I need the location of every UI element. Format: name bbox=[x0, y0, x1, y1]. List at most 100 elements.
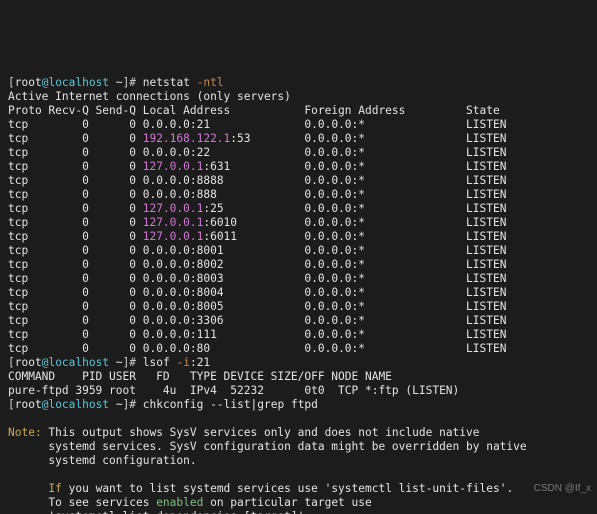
netstat-foreign: 0.0.0.0:* bbox=[304, 188, 466, 201]
prompt-host: localhost bbox=[48, 76, 109, 89]
netstat-row: tcp 0 0 192.168.122.1:53 0.0.0.0:* LISTE… bbox=[8, 132, 593, 146]
netstat-state: LISTEN bbox=[466, 188, 506, 201]
note-line: 'systemctl list-dependencies [target]'. bbox=[8, 510, 593, 514]
netstat-port: :80 bbox=[190, 342, 210, 355]
cmd-lsof-arg: :21 bbox=[190, 356, 210, 369]
netstat-foreign: 0.0.0.0:* bbox=[304, 146, 466, 159]
netstat-row: tcp 0 0 0.0.0.0:80 0.0.0.0:* LISTEN bbox=[8, 342, 593, 356]
netstat-foreign: 0.0.0.0:* bbox=[304, 258, 466, 271]
prompt-path: ~ bbox=[109, 356, 122, 369]
netstat-foreign: 0.0.0.0:* bbox=[304, 300, 466, 313]
netstat-row: tcp 0 0 127.0.0.1:631 0.0.0.0:* LISTEN bbox=[8, 160, 593, 174]
netstat-state: LISTEN bbox=[466, 118, 506, 131]
note-line: If you want to list systemd services use… bbox=[8, 482, 593, 496]
netstat-port: :8004 bbox=[190, 286, 224, 299]
netstat-state: LISTEN bbox=[466, 258, 506, 271]
netstat-row: tcp 0 0 0.0.0.0:8003 0.0.0.0:* LISTEN bbox=[8, 272, 593, 286]
netstat-ip: 0.0.0.0 bbox=[143, 146, 190, 159]
netstat-row: tcp 0 0 0.0.0.0:8001 0.0.0.0:* LISTEN bbox=[8, 244, 593, 258]
netstat-port: :21 bbox=[190, 118, 210, 131]
netstat-port: :25 bbox=[203, 202, 223, 215]
netstat-row: tcp 0 0 0.0.0.0:8002 0.0.0.0:* LISTEN bbox=[8, 258, 593, 272]
note-line: Note: This output shows SysV services on… bbox=[8, 426, 593, 440]
netstat-port: :8002 bbox=[190, 258, 224, 271]
netstat-port: :8003 bbox=[190, 272, 224, 285]
netstat-state: LISTEN bbox=[466, 160, 506, 173]
netstat-ip: 127.0.0.1 bbox=[143, 160, 204, 173]
netstat-ip: 127.0.0.1 bbox=[143, 230, 204, 243]
netstat-port: :53 bbox=[230, 132, 250, 145]
netstat-state: LISTEN bbox=[466, 174, 506, 187]
netstat-state: LISTEN bbox=[466, 342, 506, 355]
cmd-lsof-opt: -i bbox=[176, 356, 189, 369]
terminal[interactable]: [root@localhost ~]# netstat -ntlActive I… bbox=[0, 70, 597, 514]
netstat-foreign: 0.0.0.0:* bbox=[304, 244, 466, 257]
netstat-port: :631 bbox=[203, 160, 230, 173]
netstat-ip: 0.0.0.0 bbox=[143, 174, 190, 187]
prompt-bracket-close: ]# bbox=[123, 398, 143, 411]
netstat-ip: 0.0.0.0 bbox=[143, 300, 190, 313]
netstat-row: tcp 0 0 127.0.0.1:25 0.0.0.0:* LISTEN bbox=[8, 202, 593, 216]
netstat-port: :111 bbox=[190, 328, 217, 341]
netstat-ip: 127.0.0.1 bbox=[143, 216, 204, 229]
netstat-foreign: 0.0.0.0:* bbox=[304, 314, 466, 327]
netstat-ip: 127.0.0.1 bbox=[143, 202, 204, 215]
netstat-foreign: 0.0.0.0:* bbox=[304, 328, 466, 341]
prompt-bracket-open: [ bbox=[8, 76, 15, 89]
prompt-host: localhost bbox=[48, 356, 109, 369]
note-line bbox=[8, 468, 593, 482]
netstat-row: tcp 0 0 0.0.0.0:8004 0.0.0.0:* LISTEN bbox=[8, 286, 593, 300]
netstat-port: :6010 bbox=[203, 216, 237, 229]
netstat-row: tcp 0 0 0.0.0.0:8888 0.0.0.0:* LISTEN bbox=[8, 174, 593, 188]
netstat-header-1: Active Internet connections (only server… bbox=[8, 90, 593, 104]
netstat-ip: 0.0.0.0 bbox=[143, 272, 190, 285]
note-line: To see services enabled on particular ta… bbox=[8, 496, 593, 510]
cmd-lsof: lsof bbox=[143, 356, 177, 369]
prompt-path: ~ bbox=[109, 76, 122, 89]
netstat-row: tcp 0 0 0.0.0.0:111 0.0.0.0:* LISTEN bbox=[8, 328, 593, 342]
cmd-netstat-opt: -ntl bbox=[197, 76, 224, 89]
netstat-state: LISTEN bbox=[466, 314, 506, 327]
netstat-foreign: 0.0.0.0:* bbox=[304, 202, 466, 215]
netstat-port: :22 bbox=[190, 146, 210, 159]
netstat-state: LISTEN bbox=[466, 132, 506, 145]
netstat-row: tcp 0 0 127.0.0.1:6011 0.0.0.0:* LISTEN bbox=[8, 230, 593, 244]
netstat-ip: 0.0.0.0 bbox=[143, 314, 190, 327]
lsof-header: COMMAND PID USER FD TYPE DEVICE SIZE/OFF… bbox=[8, 370, 593, 384]
prompt-host: localhost bbox=[48, 398, 109, 411]
netstat-state: LISTEN bbox=[466, 202, 506, 215]
netstat-row: tcp 0 0 0.0.0.0:888 0.0.0.0:* LISTEN bbox=[8, 188, 593, 202]
netstat-state: LISTEN bbox=[466, 216, 506, 229]
note-line bbox=[8, 412, 593, 426]
note-line: systemd services. SysV configuration dat… bbox=[8, 440, 593, 454]
cmd-netstat: netstat bbox=[143, 76, 197, 89]
netstat-state: LISTEN bbox=[466, 300, 506, 313]
prompt-bracket-open: [ bbox=[8, 356, 15, 369]
note-line: systemd configuration. bbox=[8, 454, 593, 468]
netstat-foreign: 0.0.0.0:* bbox=[304, 286, 466, 299]
netstat-foreign: 0.0.0.0:* bbox=[304, 160, 466, 173]
netstat-foreign: 0.0.0.0:* bbox=[304, 118, 466, 131]
netstat-state: LISTEN bbox=[466, 244, 506, 257]
netstat-ip: 0.0.0.0 bbox=[143, 258, 190, 271]
netstat-foreign: 0.0.0.0:* bbox=[304, 216, 466, 229]
netstat-ip: 0.0.0.0 bbox=[143, 328, 190, 341]
prompt-user: root bbox=[15, 398, 42, 411]
netstat-row: tcp 0 0 0.0.0.0:8005 0.0.0.0:* LISTEN bbox=[8, 300, 593, 314]
netstat-state: LISTEN bbox=[466, 230, 506, 243]
netstat-port: :888 bbox=[190, 188, 217, 201]
prompt-bracket-open: [ bbox=[8, 398, 15, 411]
netstat-ip: 192.168.122.1 bbox=[143, 132, 231, 145]
netstat-row: tcp 0 0 127.0.0.1:6010 0.0.0.0:* LISTEN bbox=[8, 216, 593, 230]
netstat-port: :3306 bbox=[190, 314, 224, 327]
netstat-foreign: 0.0.0.0:* bbox=[304, 272, 466, 285]
prompt-user: root bbox=[15, 76, 42, 89]
netstat-ip: 0.0.0.0 bbox=[143, 286, 190, 299]
prompt-path: ~ bbox=[109, 398, 122, 411]
netstat-port: :6011 bbox=[203, 230, 237, 243]
netstat-port: :8888 bbox=[190, 174, 224, 187]
netstat-foreign: 0.0.0.0:* bbox=[304, 342, 466, 355]
cmd-chkconfig-list: chkconfig --list|grep ftpd bbox=[143, 398, 318, 411]
netstat-row: tcp 0 0 0.0.0.0:21 0.0.0.0:* LISTEN bbox=[8, 118, 593, 132]
netstat-port: :8001 bbox=[190, 244, 224, 257]
